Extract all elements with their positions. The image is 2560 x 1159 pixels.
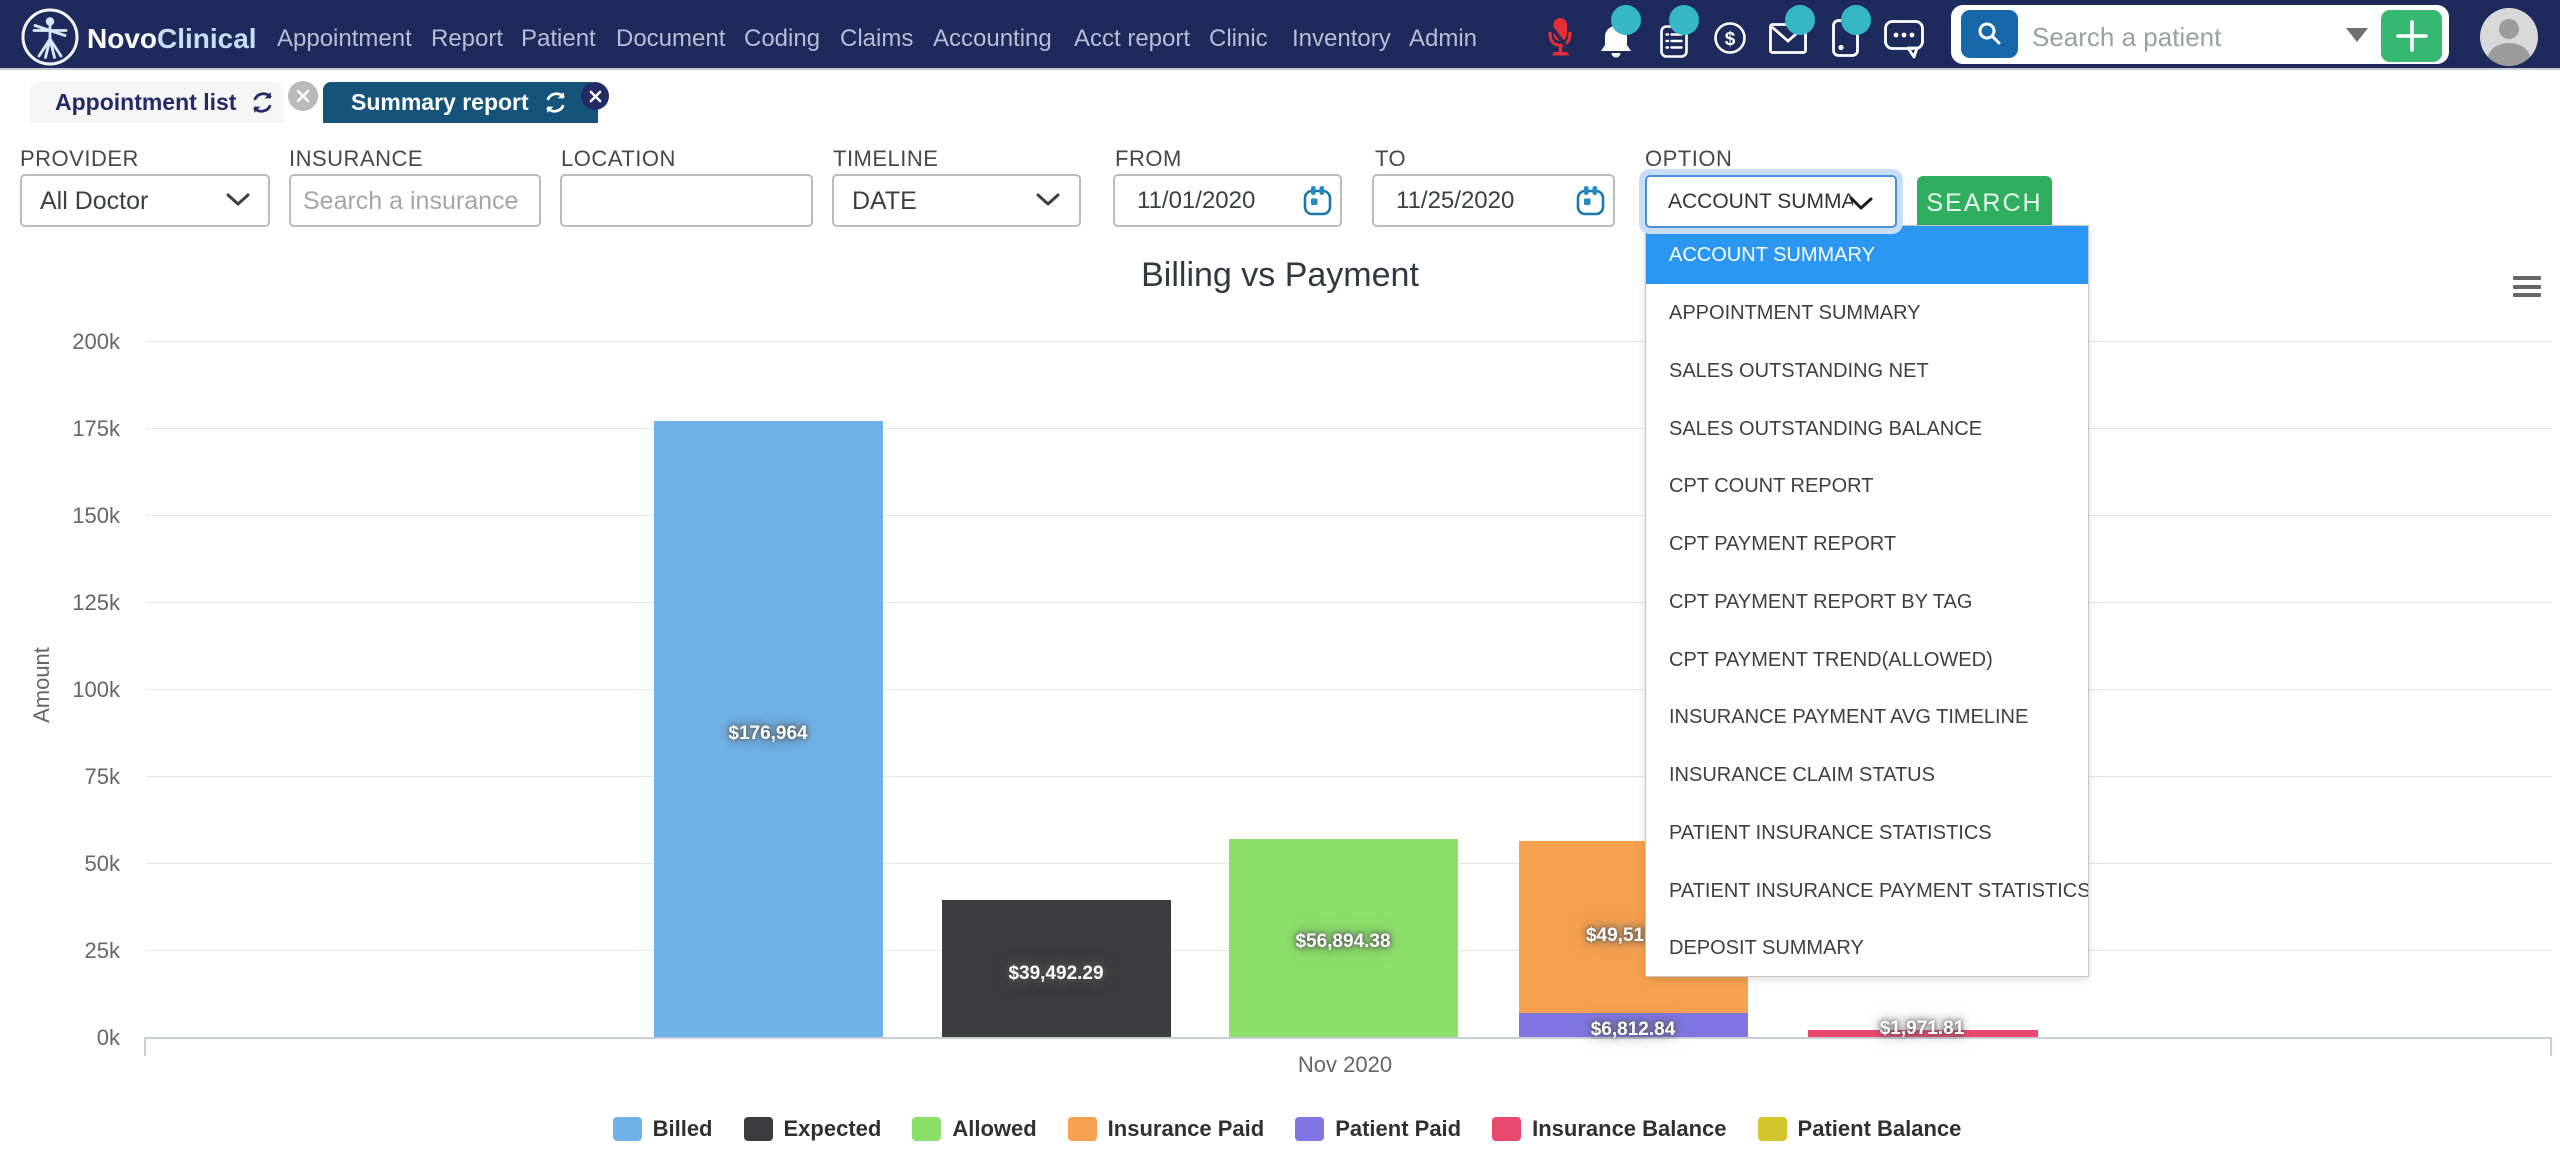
svg-text:$: $ bbox=[1725, 29, 1736, 50]
